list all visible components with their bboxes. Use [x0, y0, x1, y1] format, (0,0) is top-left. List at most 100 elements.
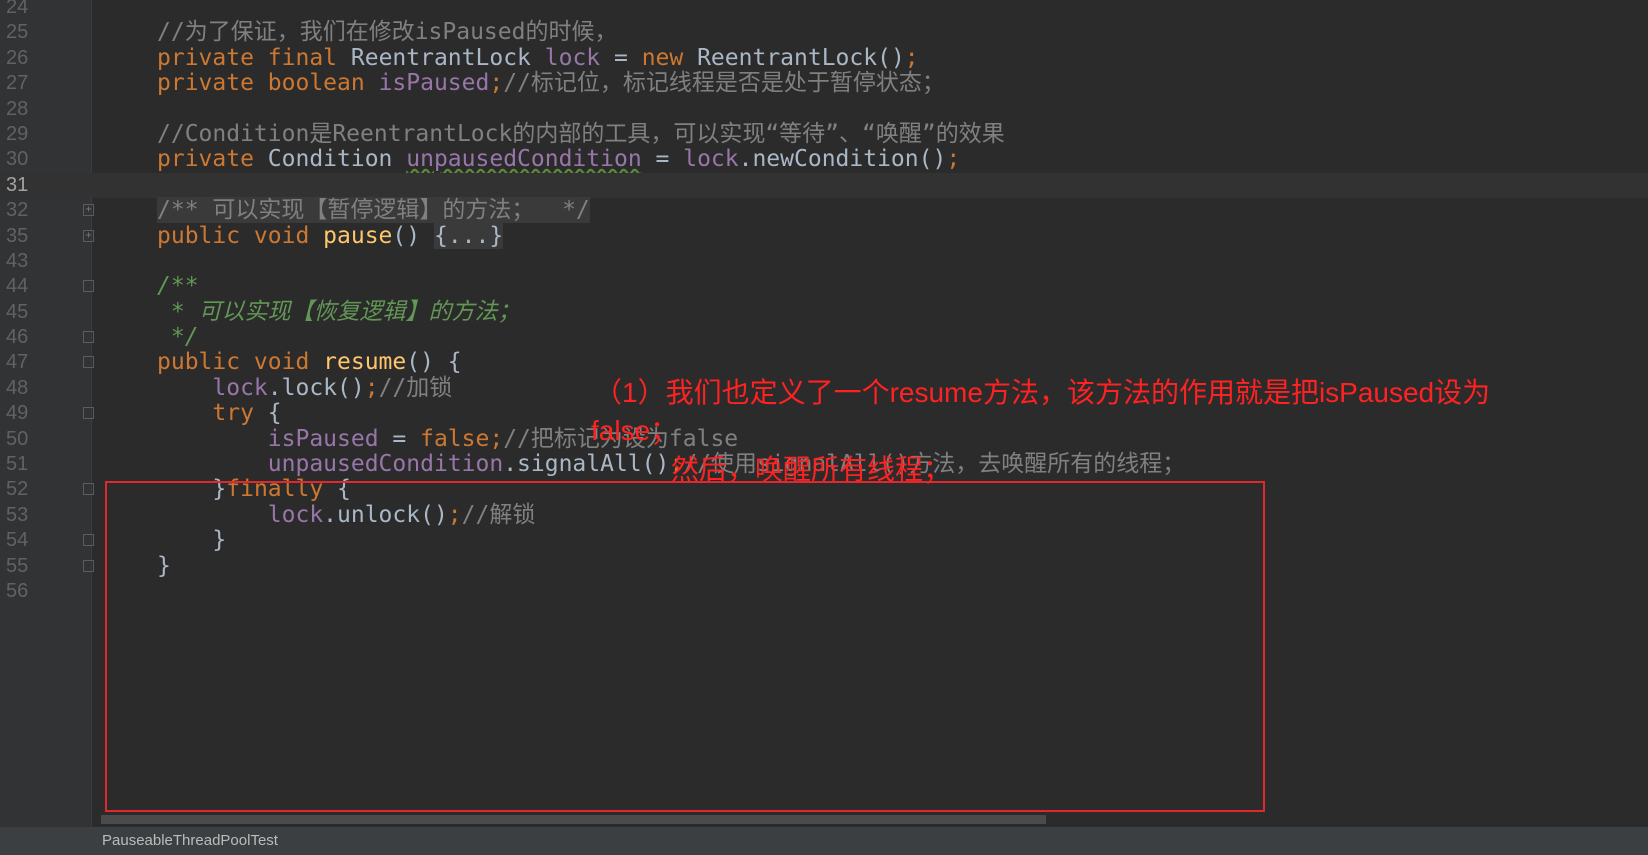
highlight-box — [105, 481, 1265, 812]
code-token: lock — [544, 44, 601, 71]
line-number: 29 — [6, 122, 29, 145]
code-text: try { — [157, 400, 282, 427]
code-text: private boolean isPaused;//标记位，标记线程是否是处于… — [157, 70, 945, 97]
code-token: public void — [157, 349, 324, 376]
line-number: 48 — [6, 376, 29, 399]
code-token: try — [212, 400, 268, 427]
code-token: lock — [683, 146, 739, 173]
fold-collapse-icon[interactable] — [83, 534, 94, 547]
code-token: pause — [323, 222, 393, 249]
code-token: {...} — [433, 222, 504, 249]
line-number: 52 — [6, 478, 29, 501]
line-number: 51 — [6, 453, 29, 476]
code-token: resume — [323, 349, 407, 376]
code-line[interactable]: 43 — [0, 249, 1648, 274]
code-token: isPaused — [267, 425, 379, 452]
fold-collapse-icon[interactable] — [83, 483, 94, 496]
code-token: false; — [420, 425, 504, 452]
line-number: 55 — [6, 554, 29, 577]
code-text: private final ReentrantLock lock = new R… — [157, 44, 919, 71]
line-number: 49 — [6, 402, 29, 425]
code-line[interactable]: 32 + /** 可以实现【暂停逻辑】的方法； */ — [0, 197, 1648, 224]
line-number: 28 — [6, 97, 29, 120]
code-token: ; — [904, 44, 919, 71]
code-token: .newCondition() — [738, 146, 947, 173]
code-text: public void resume() { — [157, 350, 462, 375]
code-token: * 可以实现【恢复逻辑】的方法； — [157, 298, 521, 325]
code-token: = — [378, 425, 421, 452]
code-line[interactable]: 24 — [0, 0, 1648, 20]
code-token: ; — [946, 146, 961, 173]
code-token: */ — [157, 324, 199, 351]
line-number: 30 — [6, 148, 29, 171]
line-number: 56 — [6, 579, 29, 602]
code-line[interactable]: 31 — [0, 172, 1648, 199]
code-token: //为了保证，我们在修改isPaused的时候， — [157, 19, 618, 46]
code-token: .lock() — [267, 374, 365, 401]
line-number: 54 — [6, 529, 29, 552]
code-token: = — [641, 146, 684, 173]
line-number: 44 — [6, 275, 29, 298]
code-line[interactable]: 46 */ — [0, 324, 1648, 351]
fold-collapse-icon[interactable] — [83, 559, 94, 572]
status-bar: PauseableThreadPoolTest — [0, 827, 1648, 855]
code-token: isPaused — [378, 70, 490, 97]
code-text: //Condition是ReentrantLock的内部的工具，可以实现“等待”… — [157, 120, 1005, 147]
line-number: 47 — [6, 351, 29, 374]
code-text: /** — [157, 274, 199, 299]
line-number: 31 — [6, 173, 29, 196]
code-text: //为了保证，我们在修改isPaused的时候， — [157, 20, 617, 45]
code-text: */ — [157, 324, 199, 351]
annotation-line-2: false； — [591, 415, 679, 446]
fold-collapse-icon[interactable] — [83, 331, 94, 344]
line-number: 46 — [6, 326, 29, 349]
code-token: private boolean — [157, 70, 379, 97]
horizontal-scrollbar[interactable] — [101, 815, 1046, 824]
code-text: private Condition unpausedCondition = lo… — [157, 147, 960, 172]
code-line[interactable]: 29 //Condition是ReentrantLock的内部的工具，可以实现“等… — [0, 120, 1648, 147]
code-line[interactable]: 30 private Condition unpausedCondition = … — [0, 147, 1648, 172]
code-token: Condition — [267, 146, 407, 173]
fold-expand-icon[interactable]: + — [83, 204, 94, 217]
code-text: lock.lock();//加锁 — [157, 374, 453, 401]
code-line[interactable]: 25 //为了保证，我们在修改isPaused的时候， — [0, 20, 1648, 45]
fold-expand-icon[interactable]: + — [83, 229, 94, 242]
code-token: private — [157, 146, 268, 173]
code-text: public void pause() {...} — [157, 222, 504, 249]
code-text: /** 可以实现【暂停逻辑】的方法； */ — [157, 197, 590, 224]
line-number: 24 — [6, 0, 29, 18]
code-token: private final — [157, 44, 351, 71]
code-line[interactable]: 26 private final ReentrantLock lock = new… — [0, 44, 1648, 71]
code-token: new — [641, 44, 698, 71]
line-number: 45 — [6, 300, 29, 323]
code-token: ; — [489, 70, 504, 97]
fold-collapse-icon[interactable] — [83, 407, 94, 420]
code-line[interactable]: 28 — [0, 97, 1648, 122]
fold-collapse-icon[interactable] — [83, 280, 94, 293]
code-token: //Condition是ReentrantLock的内部的工具，可以实现“等待”… — [157, 120, 1005, 147]
line-number: 32 — [6, 199, 29, 222]
line-number: 53 — [6, 503, 29, 526]
code-token: { — [267, 400, 282, 427]
code-token: () { — [406, 349, 462, 376]
code-line[interactable]: 35 + public void pause() {...} — [0, 222, 1648, 249]
code-token: ; — [364, 374, 379, 401]
code-token: public void — [157, 222, 324, 249]
code-line[interactable]: 45 * 可以实现【恢复逻辑】的方法； — [0, 298, 1648, 325]
line-number: 43 — [6, 249, 29, 272]
code-token: ReentrantLock() — [697, 44, 905, 71]
line-number: 26 — [6, 46, 29, 69]
file-name: PauseableThreadPoolTest — [102, 832, 278, 849]
line-number: 50 — [6, 427, 29, 450]
code-text: * 可以实现【恢复逻辑】的方法； — [157, 298, 521, 325]
code-token: //加锁 — [378, 374, 453, 401]
fold-collapse-icon[interactable] — [83, 356, 94, 369]
line-number: 27 — [6, 72, 29, 95]
code-line[interactable]: 27 private boolean isPaused;//标记位，标记线程是否是… — [0, 70, 1648, 97]
code-line[interactable]: 44 /** — [0, 274, 1648, 299]
code-token: = — [600, 44, 642, 71]
code-token: ReentrantLock — [350, 44, 545, 71]
